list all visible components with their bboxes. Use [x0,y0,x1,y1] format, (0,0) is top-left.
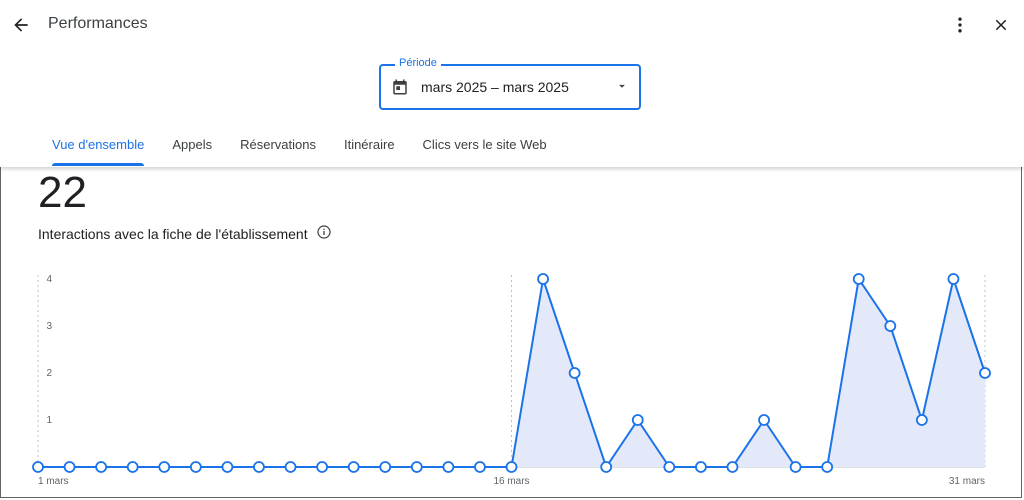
data-point [537,273,549,285]
data-point [221,461,234,473]
data-point [379,461,392,473]
data-point [316,461,329,473]
data-point [410,461,423,473]
info-icon[interactable] [316,224,332,243]
summary-label: Interactions avec la fiche de l'établiss… [38,225,308,242]
x-tick-label: 31 mars [949,476,985,487]
data-point [347,461,360,473]
tab-bookings[interactable]: Réservations [226,124,330,166]
period-label: Période [395,57,441,69]
data-point [253,461,265,473]
data-point [63,461,76,473]
interactions-chart: 1 2 3 4 1 mars 16 mars 31 mars [32,273,991,487]
data-point [884,320,897,332]
tab-website-clicks[interactable]: Clics vers le site Web [409,124,561,166]
data-point [663,461,676,473]
summary-label-row: Interactions avec la fiche de l'établiss… [38,224,332,243]
data-point [631,414,644,426]
calendar-icon [391,78,409,101]
data-point [32,461,44,473]
tab-overview[interactable]: Vue d'ensemble [38,124,158,166]
tab-directions[interactable]: Itinéraire [330,124,409,166]
data-point [821,461,834,473]
data-point [852,273,865,285]
x-tick-label: 16 mars [493,476,529,487]
data-point [474,461,486,473]
data-point [95,461,108,473]
tab-calls[interactable]: Appels [158,124,226,166]
data-point [126,461,139,473]
header: Performances Période mars 2025 – mars 20… [0,0,1024,167]
data-point [758,414,770,426]
data-point [915,414,928,426]
data-point [695,461,707,473]
data-point [789,461,802,473]
period-select[interactable]: Période mars 2025 – mars 2025 [379,57,641,110]
data-point [505,461,518,473]
data-point [284,461,297,473]
more-vert-icon[interactable] [946,11,974,39]
total-interactions: 22 [38,168,87,217]
tab-bar: Vue d'ensemble Appels Réservations Itiné… [38,124,561,166]
data-point [158,461,171,473]
y-tick-label: 4 [46,274,52,285]
y-tick-label: 3 [46,321,52,332]
data-point [600,461,613,473]
page-title: Performances [48,15,148,32]
data-point [442,461,455,473]
arrow-left-icon[interactable] [7,11,35,39]
data-point [568,367,581,379]
y-tick-label: 1 [46,415,52,426]
dropdown-arrow-icon [615,79,629,98]
x-tick-label: 1 mars [38,476,69,487]
data-point [189,461,202,473]
data-point [979,367,991,379]
period-value: mars 2025 – mars 2025 [421,79,569,95]
close-icon[interactable] [987,11,1015,39]
y-tick-label: 2 [46,368,52,379]
data-point [947,273,960,285]
data-point [726,461,739,473]
